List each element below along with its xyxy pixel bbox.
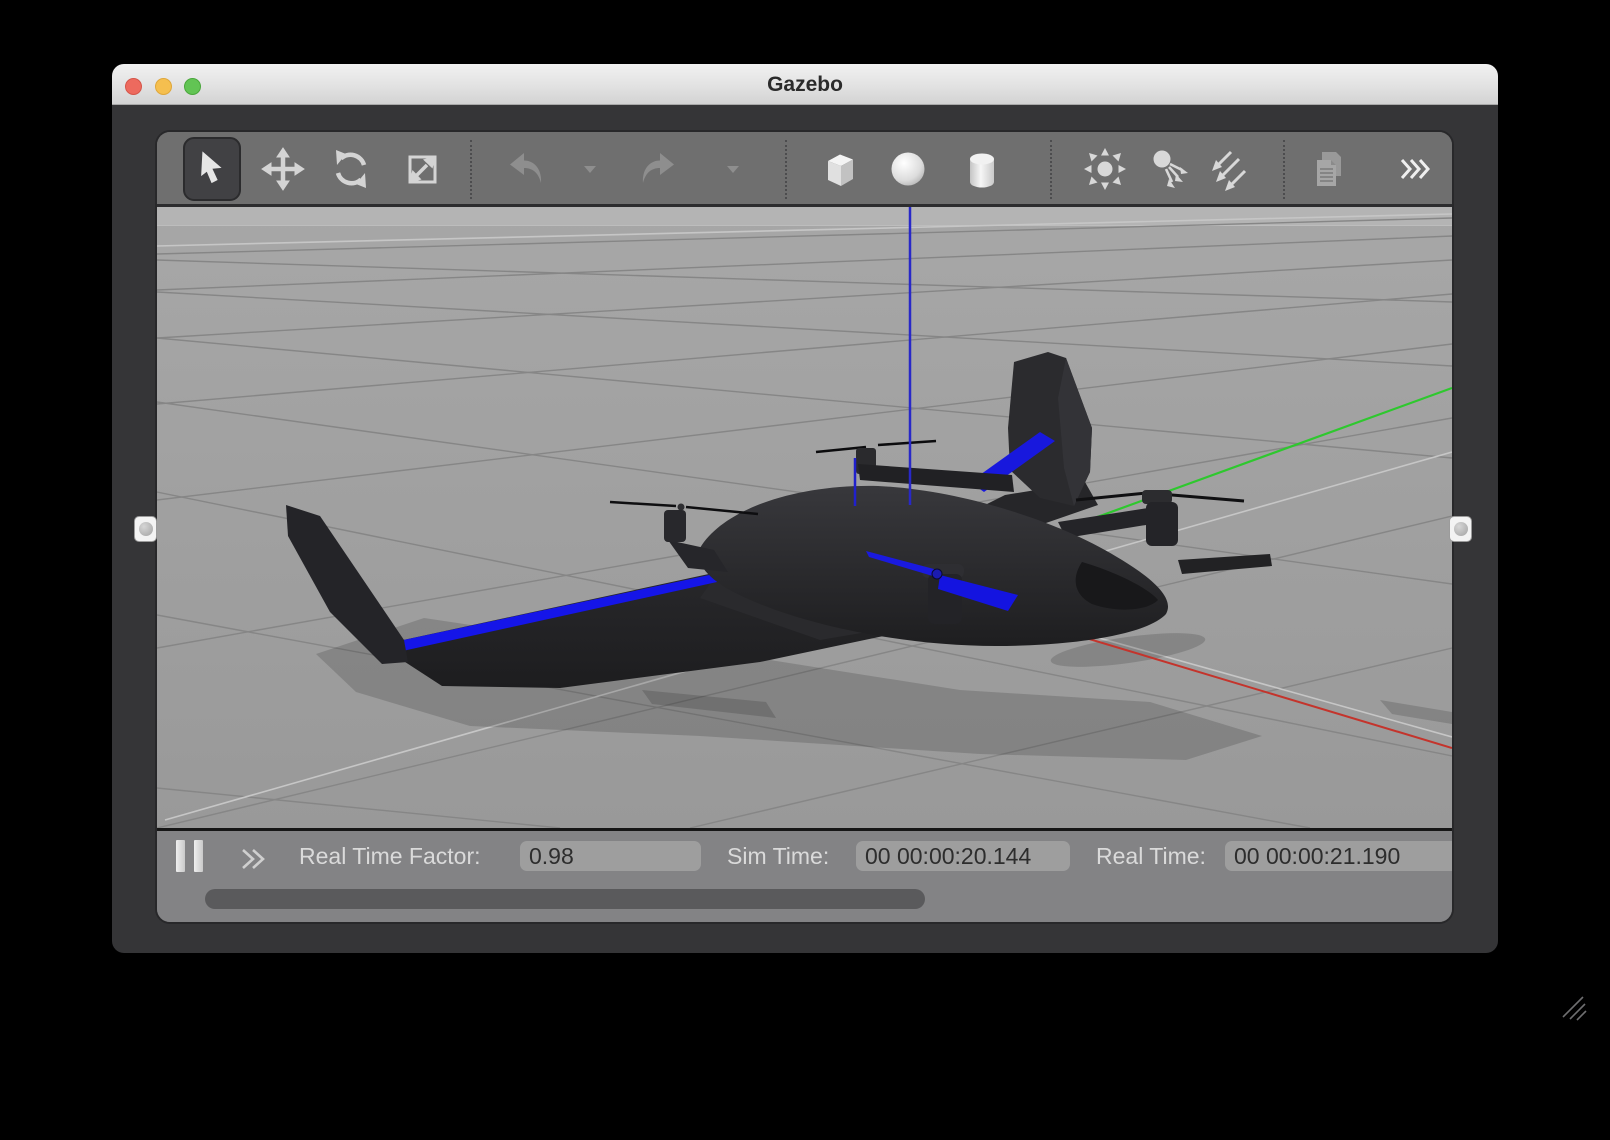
caret-down-icon	[726, 165, 740, 174]
spot-light-icon	[1147, 146, 1193, 192]
render-viewport[interactable]	[157, 207, 1452, 828]
horizontal-scrollbar-thumb[interactable]	[205, 889, 925, 909]
insert-cylinder-button[interactable]	[956, 143, 1008, 195]
toolbar-separator	[785, 140, 787, 199]
insert-box-button[interactable]	[814, 143, 866, 195]
right-splitter-handle[interactable]	[1449, 516, 1472, 542]
horizontal-scrollbar-track[interactable]	[157, 878, 1452, 922]
point-light-button[interactable]	[1079, 143, 1131, 195]
more-tools-button[interactable]	[1390, 143, 1442, 195]
select-tool-button[interactable]	[183, 137, 241, 201]
horizon-band	[157, 207, 1452, 225]
window-title: Gazebo	[112, 64, 1498, 105]
pause-button[interactable]	[176, 840, 206, 872]
splitter-grip-icon	[1454, 522, 1468, 536]
toolbar-separator	[1283, 140, 1285, 199]
gazebo-window: Gazebo	[112, 64, 1498, 953]
copy-icon	[1307, 146, 1351, 192]
toolbar-separator	[470, 140, 472, 199]
sphere-icon	[885, 146, 931, 192]
real-time-value: 00 00:00:21.190	[1225, 841, 1452, 871]
redo-history-button[interactable]	[723, 143, 743, 195]
copy-button[interactable]	[1303, 143, 1355, 195]
scale-tool-button[interactable]	[396, 143, 448, 195]
main-panel: Real Time Factor: 0.98 Sim Time: 00 00:0…	[157, 132, 1452, 922]
move-arrows-icon	[260, 146, 306, 192]
directional-light-button[interactable]	[1202, 143, 1254, 195]
redo-arrow-icon	[635, 146, 681, 192]
scene-canvas	[157, 207, 1452, 828]
translate-tool-button[interactable]	[257, 143, 309, 195]
rotate-tool-button[interactable]	[325, 143, 377, 195]
toolbar-separator	[1050, 140, 1052, 199]
undo-button[interactable]	[500, 143, 552, 195]
pause-icon	[194, 840, 203, 872]
expand-controls-button[interactable]	[239, 847, 271, 876]
cylinder-icon	[959, 146, 1005, 192]
toolbar	[157, 132, 1452, 207]
directional-light-icon	[1205, 146, 1251, 192]
undo-arrow-icon	[503, 146, 549, 192]
real-time-factor-label: Real Time Factor:	[299, 831, 481, 881]
undo-history-button[interactable]	[580, 143, 600, 195]
point-light-icon	[1082, 146, 1128, 192]
caret-down-icon	[583, 165, 597, 174]
real-time-factor-value: 0.98	[520, 841, 701, 871]
sim-time-label: Sim Time:	[727, 831, 829, 881]
cursor-arrow-icon	[192, 147, 232, 192]
spot-light-button[interactable]	[1144, 143, 1196, 195]
overflow-chevrons-icon	[1399, 157, 1433, 181]
titlebar: Gazebo	[112, 64, 1498, 105]
window-resize-grip[interactable]	[1561, 995, 1587, 1026]
insert-sphere-button[interactable]	[882, 143, 934, 195]
sim-time-value: 00 00:00:20.144	[856, 841, 1070, 871]
real-time-label: Real Time:	[1096, 831, 1206, 881]
scale-arrows-icon	[399, 146, 445, 192]
double-chevron-right-icon	[239, 858, 271, 875]
rotate-arrows-icon	[328, 146, 374, 192]
simulation-statusbar: Real Time Factor: 0.98 Sim Time: 00 00:0…	[157, 828, 1452, 878]
left-splitter-handle[interactable]	[134, 516, 157, 542]
pause-icon	[176, 840, 185, 872]
splitter-grip-icon	[139, 522, 153, 536]
cube-icon	[817, 146, 863, 192]
redo-button[interactable]	[632, 143, 684, 195]
